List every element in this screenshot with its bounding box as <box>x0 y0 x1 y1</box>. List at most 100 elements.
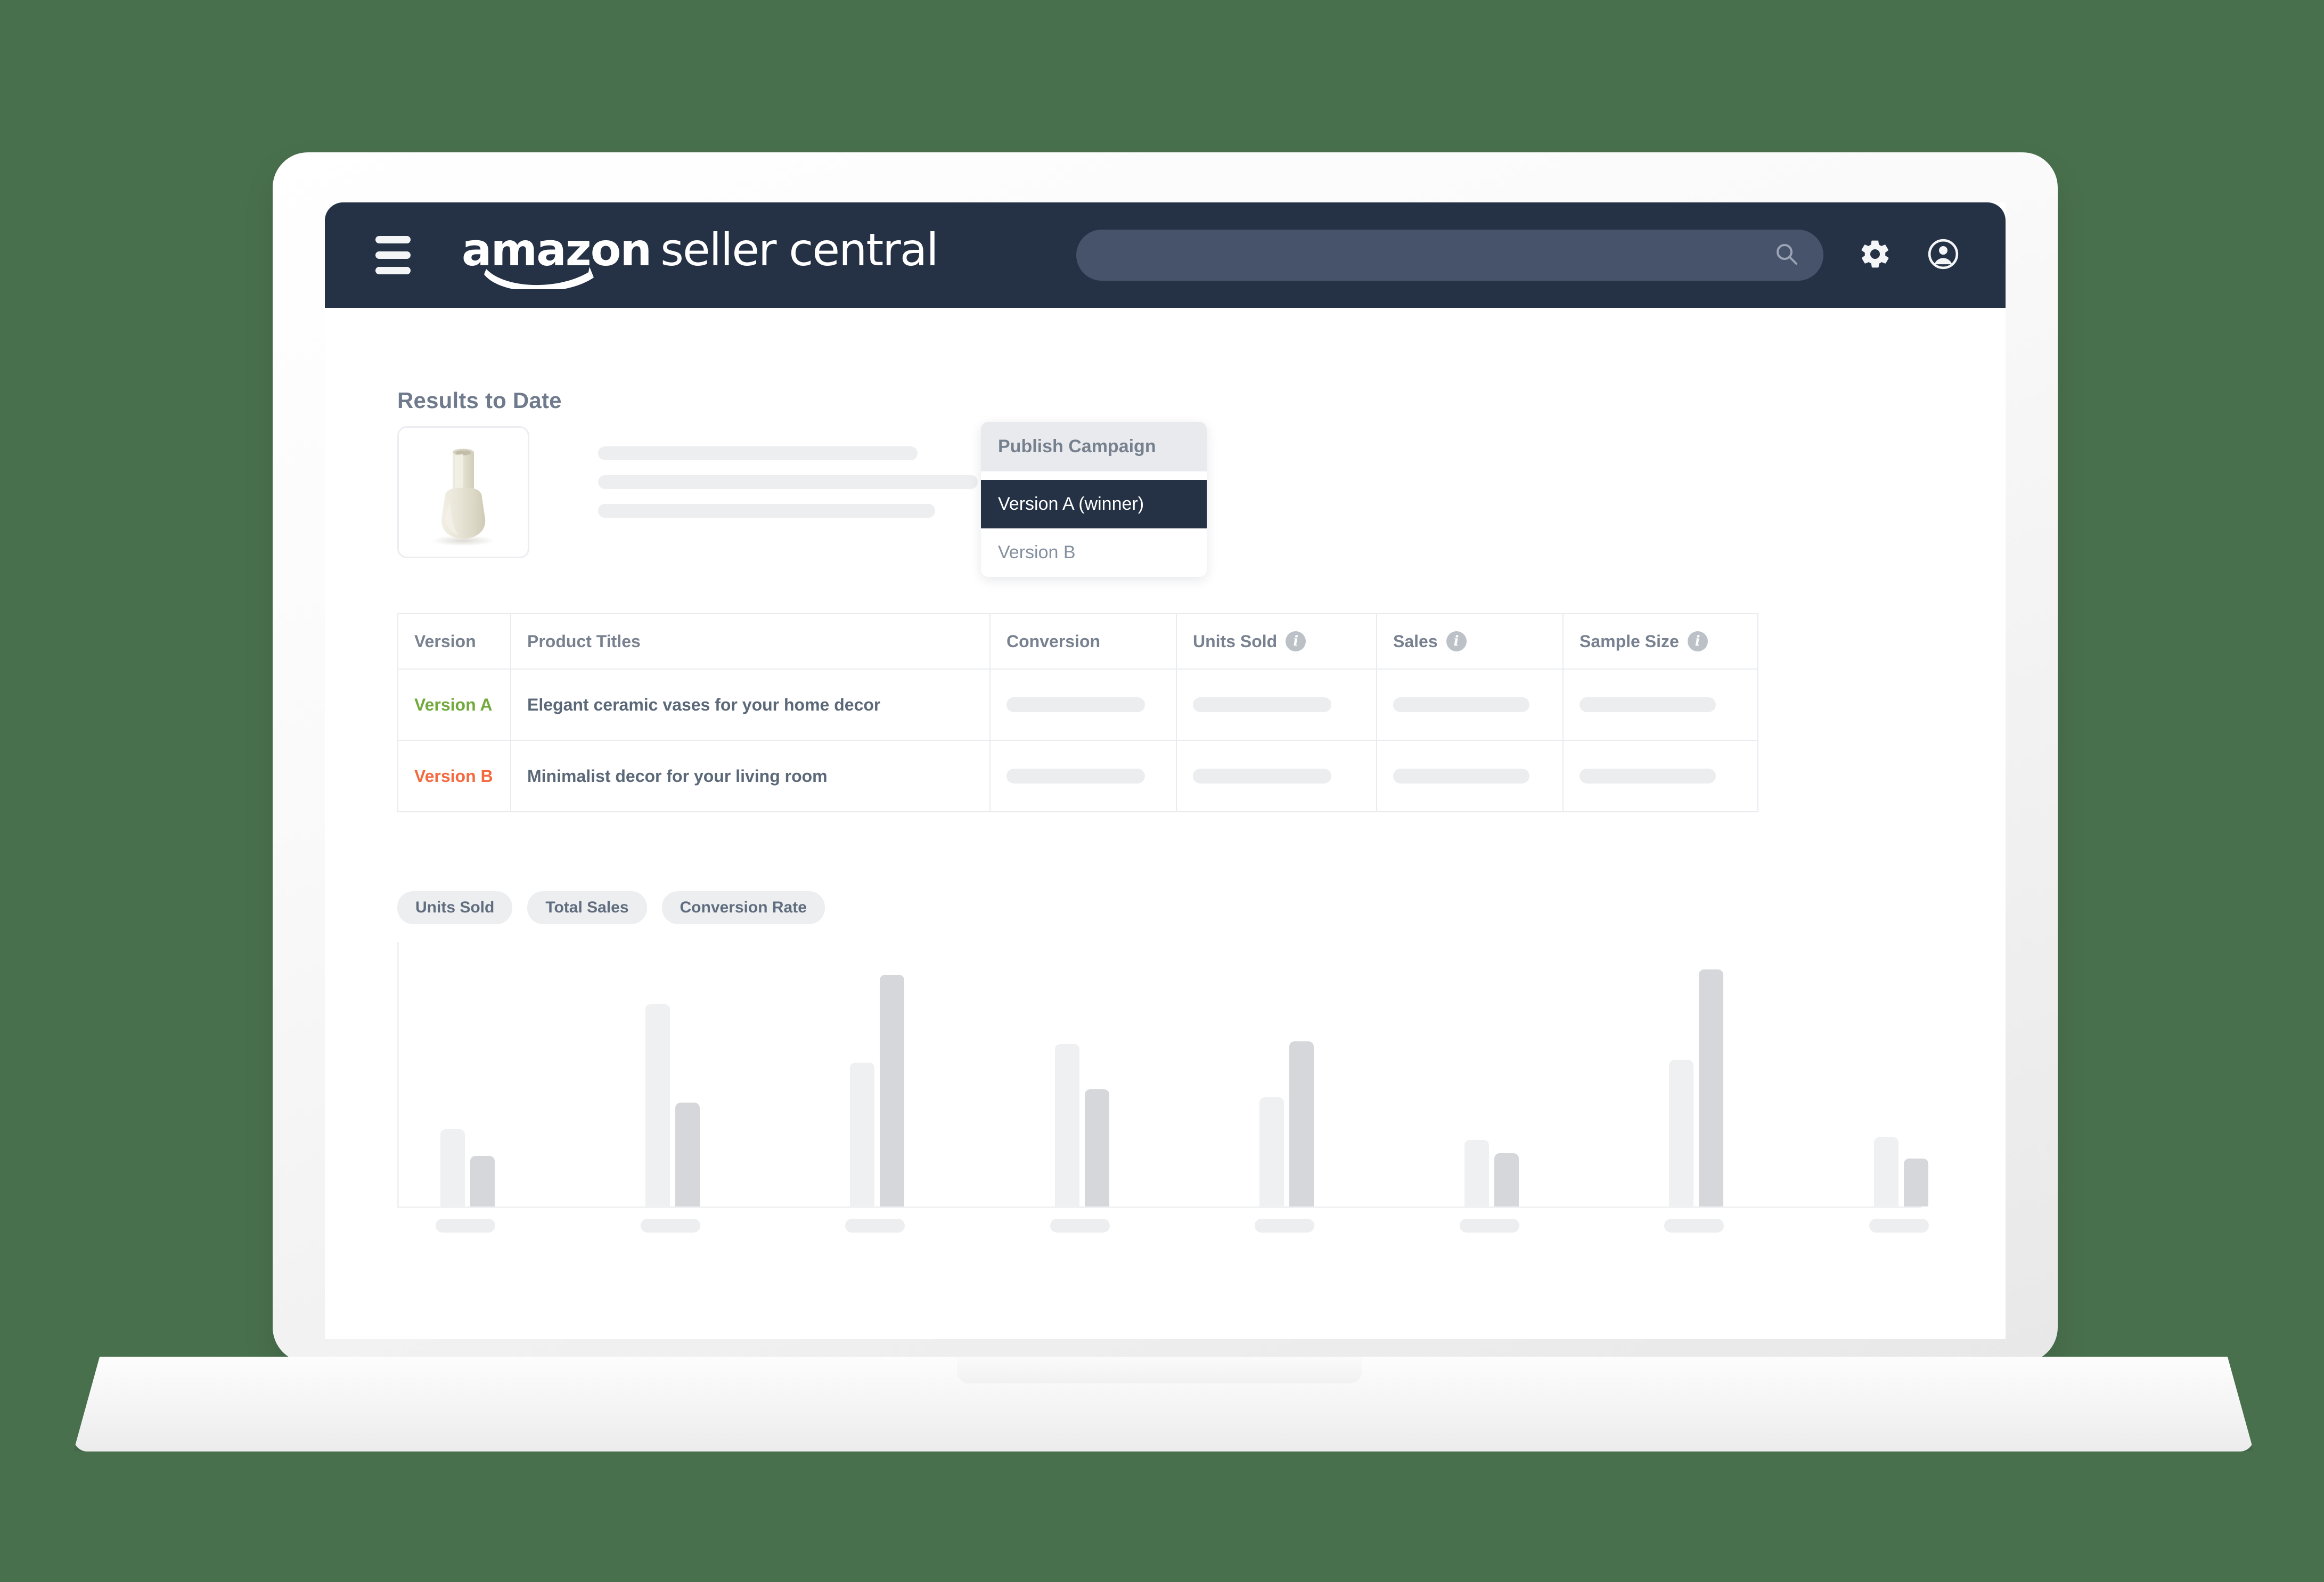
bar-version-a[interactable] <box>850 1063 875 1206</box>
bar-group <box>1054 1044 1109 1206</box>
value-skeleton <box>1193 769 1331 784</box>
bar-version-a[interactable] <box>440 1129 465 1206</box>
bar-version-a[interactable] <box>1874 1137 1899 1206</box>
publish-campaign-label: Publish Campaign <box>981 422 1207 471</box>
column-header-label: Product Titles <box>527 631 641 651</box>
search-input[interactable] <box>1076 230 1774 281</box>
bar-version-b[interactable] <box>675 1103 700 1206</box>
product-summary-row: Publish Campaign Version A (winner) Vers… <box>397 422 1931 586</box>
search-icon[interactable] <box>1774 242 1799 269</box>
column-header-version[interactable]: Version <box>397 613 511 670</box>
cell-product-title: Elegant ceramic vases for your home deco… <box>510 668 991 741</box>
column-header-label: Version <box>414 631 476 651</box>
bar-version-b[interactable] <box>1904 1159 1928 1206</box>
bar-group <box>850 975 905 1206</box>
bar-group <box>440 1129 495 1206</box>
cell-version: Version A <box>397 668 511 741</box>
axis-label-skeleton <box>845 1219 905 1233</box>
gear-icon[interactable] <box>1859 238 1892 273</box>
product-title-a: Elegant ceramic vases for your home deco… <box>527 695 881 714</box>
chip-total-sales[interactable]: Total Sales <box>527 891 647 924</box>
bar-group <box>1874 1137 1928 1206</box>
cell-product-title: Minimalist decor for your living room <box>510 740 991 812</box>
results-table: Version Product Titles Conversion Units … <box>397 613 1758 812</box>
brand-word-seller-central: seller central <box>660 224 938 276</box>
page-body: Results to Date Publish Campaign Version… <box>325 308 2006 1339</box>
cell-conversion <box>989 668 1177 741</box>
cell-sales <box>1376 668 1564 741</box>
global-search-bar[interactable] <box>1076 230 1823 281</box>
cell-version: Version B <box>397 740 511 812</box>
table-header-row: Version Product Titles Conversion Units … <box>397 613 1758 670</box>
column-header-sales[interactable]: Sales i <box>1376 613 1564 670</box>
amazon-smile-icon <box>484 266 596 289</box>
axis-label-skeleton <box>1869 1219 1929 1233</box>
bar-group <box>1464 1140 1519 1206</box>
bar-version-a[interactable] <box>645 1004 670 1206</box>
cell-units-sold <box>1176 668 1377 741</box>
axis-label-skeleton <box>1459 1219 1519 1233</box>
bar-version-a[interactable] <box>1054 1044 1079 1206</box>
value-skeleton <box>1006 769 1145 784</box>
product-title-b: Minimalist decor for your living room <box>527 766 828 786</box>
column-header-sample-size[interactable]: Sample Size i <box>1562 613 1758 670</box>
ceramic-vase-image <box>431 448 495 546</box>
chart-plot-area <box>397 942 1928 1208</box>
bar-version-b[interactable] <box>1289 1041 1314 1206</box>
value-skeleton <box>1193 697 1331 712</box>
amazon-seller-central-logo[interactable]: amazon seller central <box>462 224 939 289</box>
hamburger-bar <box>375 236 411 243</box>
hamburger-menu-icon[interactable] <box>375 236 411 274</box>
bar-version-b[interactable] <box>1494 1153 1519 1206</box>
user-account-icon[interactable] <box>1927 238 1960 273</box>
cell-sample-size <box>1562 668 1758 741</box>
bar-version-a[interactable] <box>1464 1140 1489 1206</box>
bar-version-a[interactable] <box>1259 1097 1284 1206</box>
hamburger-bar <box>375 251 411 259</box>
laptop-mockup-scene: amazon seller central Results to Date Pu… <box>0 0 2324 1582</box>
cell-sales <box>1376 740 1564 812</box>
bar-group <box>645 1004 700 1206</box>
dropdown-option-version-b[interactable]: Version B <box>981 528 1207 577</box>
product-skeleton-line <box>598 475 978 489</box>
column-header-label: Units Sold <box>1193 631 1278 651</box>
info-icon[interactable]: i <box>1286 631 1306 651</box>
hamburger-bar <box>375 267 411 274</box>
laptop-screen: amazon seller central Results to Date Pu… <box>325 202 2006 1339</box>
column-header-product-titles[interactable]: Product Titles <box>510 613 991 670</box>
value-skeleton <box>1393 697 1529 712</box>
cell-conversion <box>989 740 1177 812</box>
value-skeleton <box>1393 769 1529 784</box>
chip-units-sold[interactable]: Units Sold <box>397 891 513 924</box>
product-skeleton-line <box>598 504 935 518</box>
column-header-label: Sales <box>1393 631 1438 651</box>
column-header-conversion[interactable]: Conversion <box>989 613 1177 670</box>
bar-version-b[interactable] <box>880 975 905 1206</box>
dropdown-option-version-a[interactable]: Version A (winner) <box>981 480 1207 528</box>
metrics-bar-chart <box>397 942 1929 1261</box>
column-header-units-sold[interactable]: Units Sold i <box>1176 613 1377 670</box>
product-skeleton-line <box>598 446 918 460</box>
table-row[interactable]: Version B Minimalist decor for your livi… <box>397 740 1758 812</box>
metric-chip-row: Units Sold Total Sales Conversion Rate <box>397 891 825 924</box>
product-thumbnail[interactable] <box>397 426 529 558</box>
bar-group <box>1669 969 1724 1206</box>
info-icon[interactable]: i <box>1687 631 1708 651</box>
info-icon[interactable]: i <box>1446 631 1467 651</box>
version-label-a: Version A <box>414 695 493 714</box>
cell-sample-size <box>1562 740 1758 812</box>
chip-conversion-rate[interactable]: Conversion Rate <box>661 891 825 924</box>
axis-label-skeleton <box>640 1219 700 1233</box>
column-header-label: Conversion <box>1006 631 1101 651</box>
bar-version-a[interactable] <box>1669 1060 1694 1206</box>
bar-group <box>1259 1041 1314 1206</box>
bar-version-b[interactable] <box>1084 1089 1109 1206</box>
bar-version-b[interactable] <box>470 1156 495 1206</box>
column-header-label: Sample Size <box>1580 631 1679 651</box>
dropdown-spacer <box>981 471 1207 480</box>
version-label-b: Version B <box>414 766 493 786</box>
publish-campaign-dropdown[interactable]: Publish Campaign Version A (winner) Vers… <box>981 422 1207 577</box>
axis-label-skeleton <box>1255 1219 1315 1233</box>
bar-version-b[interactable] <box>1699 969 1724 1206</box>
table-row[interactable]: Version A Elegant ceramic vases for your… <box>397 668 1758 741</box>
